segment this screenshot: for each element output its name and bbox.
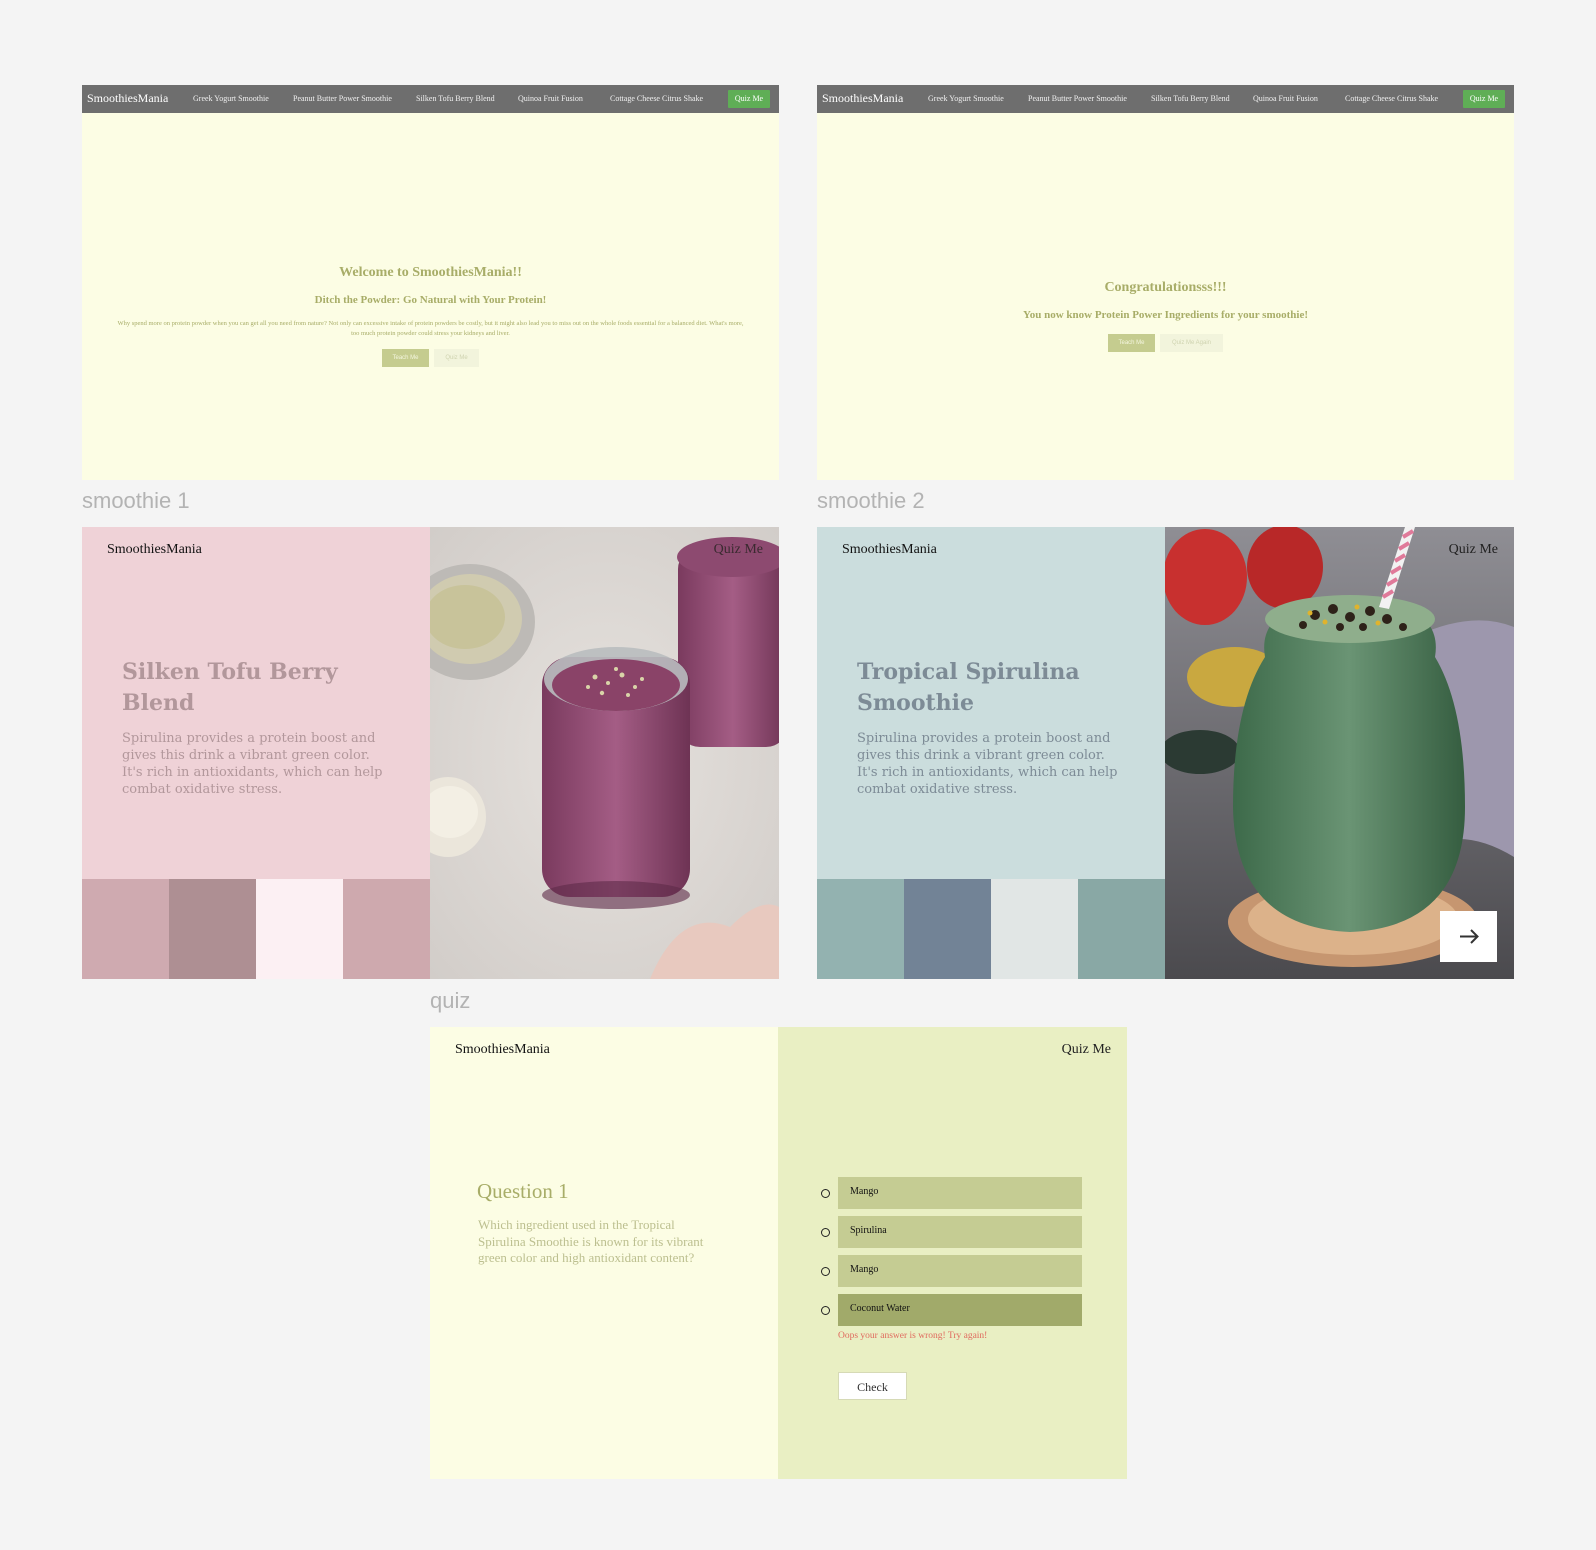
nav-link-quinoa[interactable]: Quinoa Fruit Fusion — [1253, 94, 1318, 103]
brand-logo[interactable]: SmoothiesMania — [842, 542, 937, 558]
welcome-title: Welcome to SmoothiesMania!! — [339, 265, 522, 280]
welcome-paragraph: Why spend more on protein powder when yo… — [117, 320, 744, 337]
nav-quiz-button[interactable]: Quiz Me — [1463, 90, 1505, 108]
option-3-label: Mango — [850, 1264, 879, 1275]
option-1-label: Mango — [850, 1186, 879, 1197]
top-nav: SmoothiesMania Greek Yogurt Smoothie Pea… — [817, 85, 1514, 113]
option-1-radio[interactable] — [821, 1189, 830, 1198]
quiz-me-link[interactable]: Quiz Me — [1449, 542, 1498, 558]
smoothie-title: Silken Tofu Berry Blend — [122, 659, 338, 716]
nav-link-peanut-butter[interactable]: Peanut Butter Power Smoothie — [293, 94, 392, 103]
option-4-label: Coconut Water — [850, 1303, 910, 1314]
top-nav: SmoothiesMania Greek Yogurt Smoothie Pea… — [82, 85, 779, 113]
nav-link-cottage-cheese[interactable]: Cottage Cheese Citrus Shake — [1345, 94, 1438, 103]
option-2[interactable]: Spirulina — [838, 1216, 1082, 1248]
option-2-radio[interactable] — [821, 1228, 830, 1237]
teach-me-button[interactable]: Teach Me — [1108, 334, 1155, 352]
quiz-frame: SmoothiesMania Question 1 Which ingredie… — [430, 1027, 1127, 1479]
nav-brand[interactable]: SmoothiesMania — [87, 91, 168, 106]
palette-swatch-1 — [817, 879, 904, 979]
nav-quiz-button[interactable]: Quiz Me — [728, 90, 770, 108]
nav-link-silken-tofu[interactable]: Silken Tofu Berry Blend — [1151, 94, 1230, 103]
option-2-label: Spirulina — [850, 1225, 887, 1236]
nav-link-greek-yogurt[interactable]: Greek Yogurt Smoothie — [928, 94, 1004, 103]
smoothie-description: Spirulina provides a protein boost and g… — [857, 731, 1118, 797]
nav-link-quinoa[interactable]: Quinoa Fruit Fusion — [518, 94, 583, 103]
quiz-answer-panel: Quiz Me Mango Spirulina Mango Coconut Wa… — [778, 1027, 1127, 1479]
berry-smoothie-image — [430, 527, 779, 979]
palette-swatch-1 — [82, 879, 169, 979]
frame-label-smoothie-2: smoothie 2 — [817, 488, 925, 513]
nav-link-silken-tofu[interactable]: Silken Tofu Berry Blend — [416, 94, 495, 103]
landing-congrats-frame: SmoothiesMania Greek Yogurt Smoothie Pea… — [817, 85, 1514, 480]
welcome-subtitle: Ditch the Powder: Go Natural with Your P… — [314, 294, 547, 306]
brand-logo[interactable]: SmoothiesMania — [455, 1042, 550, 1058]
error-message: Oops your answer is wrong! Try again! — [838, 1331, 988, 1341]
quiz-me-link[interactable]: Quiz Me — [714, 542, 763, 558]
quiz-me-button[interactable]: Quiz Me — [434, 349, 479, 367]
check-button[interactable]: Check — [838, 1372, 907, 1400]
quiz-question-panel: SmoothiesMania Question 1 Which ingredie… — [430, 1027, 778, 1479]
brand-logo[interactable]: SmoothiesMania — [107, 542, 202, 558]
arrow-right-icon — [1460, 929, 1479, 944]
palette-swatch-2 — [169, 879, 256, 979]
quiz-me-again-button[interactable]: Quiz Me Again — [1160, 334, 1223, 352]
nav-link-greek-yogurt[interactable]: Greek Yogurt Smoothie — [193, 94, 269, 103]
option-3[interactable]: Mango — [838, 1255, 1082, 1287]
palette-swatch-3 — [991, 879, 1078, 979]
question-text: Which ingredient used in the Tropical Sp… — [478, 1217, 704, 1265]
option-3-radio[interactable] — [821, 1267, 830, 1276]
palette-swatch-3 — [256, 879, 343, 979]
smoothie-1-info-panel: SmoothiesMania Silken Tofu Berry Blend S… — [82, 527, 430, 879]
palette-swatch-2 — [904, 879, 991, 979]
option-4-selected[interactable]: Coconut Water — [838, 1294, 1082, 1326]
palette-swatch-4 — [343, 879, 430, 979]
option-4-radio[interactable] — [821, 1306, 830, 1315]
nav-link-cottage-cheese[interactable]: Cottage Cheese Citrus Shake — [610, 94, 703, 103]
congrats-title: Congratulationsss!!! — [1104, 280, 1227, 295]
frame-label-smoothie-1: smoothie 1 — [82, 488, 190, 513]
next-button[interactable] — [1440, 911, 1497, 962]
green-smoothie-photo: Quiz Me — [1165, 527, 1514, 979]
palette-swatch-4 — [1078, 879, 1165, 979]
nav-link-peanut-butter[interactable]: Peanut Butter Power Smoothie — [1028, 94, 1127, 103]
smoothie-2-info-panel: SmoothiesMania Tropical Spirulina Smooth… — [817, 527, 1165, 879]
question-title: Question 1 — [477, 1179, 569, 1203]
landing-welcome-frame: SmoothiesMania Greek Yogurt Smoothie Pea… — [82, 85, 779, 480]
congrats-subtitle: You now know Protein Power Ingredients f… — [1023, 309, 1308, 321]
smoothie-2-frame: SmoothiesMania Tropical Spirulina Smooth… — [817, 527, 1514, 979]
smoothie-1-frame: SmoothiesMania Silken Tofu Berry Blend S… — [82, 527, 779, 979]
smoothie-description: Spirulina provides a protein boost and g… — [122, 731, 383, 797]
option-1[interactable]: Mango — [838, 1177, 1082, 1209]
smoothie-title: Tropical Spirulina Smoothie — [857, 659, 1080, 716]
frame-label-quiz: quiz — [430, 988, 471, 1013]
quiz-me-link[interactable]: Quiz Me — [1062, 1042, 1111, 1058]
teach-me-button[interactable]: Teach Me — [382, 349, 429, 367]
nav-brand[interactable]: SmoothiesMania — [822, 91, 903, 106]
berry-smoothie-photo: Quiz Me — [430, 527, 779, 979]
